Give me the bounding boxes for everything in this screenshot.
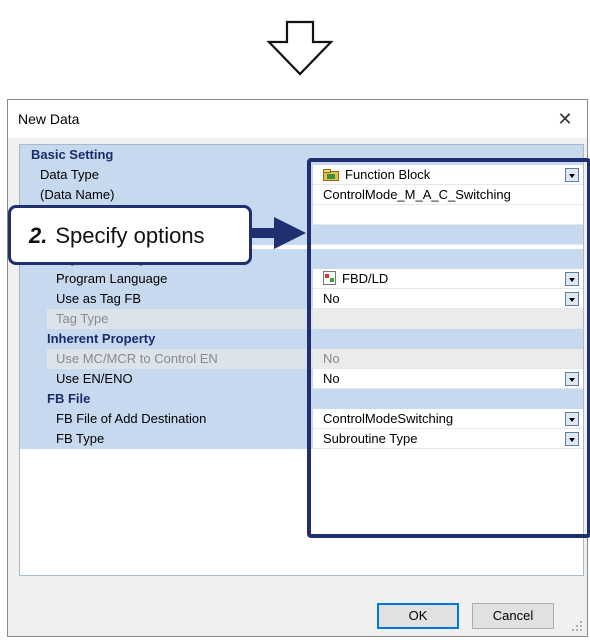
dialog-title: New Data xyxy=(18,111,80,127)
use-as-tag-fb-value: No xyxy=(323,291,340,306)
program-language-select[interactable]: FBD/LD xyxy=(313,269,583,289)
dropdown-arrow-icon[interactable] xyxy=(565,432,579,446)
program-language-label: Program Language xyxy=(47,269,313,289)
section-label: Inherent Property xyxy=(47,331,156,346)
row-program-language[interactable]: Program Language FBD/LD xyxy=(20,269,583,289)
step-callout: 2. Specify options xyxy=(8,205,252,265)
section-basic-setting: Basic Setting xyxy=(20,145,583,165)
title-bar: New Data ✕ xyxy=(8,100,587,138)
dropdown-arrow-icon[interactable] xyxy=(565,412,579,426)
data-type-label: Data Type xyxy=(31,165,313,185)
use-en-eno-label: Use EN/ENO xyxy=(47,369,313,389)
use-en-eno-value: No xyxy=(323,371,340,386)
row-data-type[interactable]: Data Type Function Block xyxy=(20,165,583,185)
dropdown-arrow-icon[interactable] xyxy=(565,292,579,306)
row-fb-type[interactable]: FB Type Subroutine Type xyxy=(20,429,583,449)
fbd-ld-icon xyxy=(323,271,336,285)
row-use-as-tag-fb[interactable]: Use as Tag FB No xyxy=(20,289,583,309)
use-mc-mcr-field: No xyxy=(313,349,583,369)
fb-type-value: Subroutine Type xyxy=(323,431,418,446)
dropdown-arrow-icon[interactable] xyxy=(565,168,579,182)
fb-file-dest-select[interactable]: ControlModeSwitching xyxy=(313,409,583,429)
fb-type-select[interactable]: Subroutine Type xyxy=(313,429,583,449)
down-arrow-icon xyxy=(266,20,334,76)
data-type-value: Function Block xyxy=(345,167,431,182)
step-number: 2. xyxy=(29,223,48,248)
data-name-label: (Data Name) xyxy=(31,185,313,205)
close-button[interactable]: ✕ xyxy=(551,105,579,133)
section-inherent-property: Inherent Property xyxy=(20,329,583,349)
row-tag-type: Tag Type xyxy=(20,309,583,329)
row-fb-file-destination[interactable]: FB File of Add Destination ControlModeSw… xyxy=(20,409,583,429)
section-label: FB File xyxy=(47,391,91,406)
section-label: Basic Setting xyxy=(31,147,114,162)
use-as-tag-fb-select[interactable]: No xyxy=(313,289,583,309)
row-use-mc-mcr: Use MC/MCR to Control EN No xyxy=(20,349,583,369)
right-arrow-icon xyxy=(252,217,306,249)
use-en-eno-select[interactable]: No xyxy=(313,369,583,389)
row-data-name[interactable]: (Data Name) ControlMode_M_A_C_Switching xyxy=(20,185,583,205)
dropdown-arrow-icon[interactable] xyxy=(565,272,579,286)
use-mc-mcr-label: Use MC/MCR to Control EN xyxy=(47,349,313,369)
fb-file-dest-value: ControlModeSwitching xyxy=(323,411,454,426)
dropdown-arrow-icon[interactable] xyxy=(565,372,579,386)
program-language-value: FBD/LD xyxy=(342,271,389,286)
new-data-dialog: New Data ✕ Basic Setting Data Type Funct… xyxy=(7,99,588,637)
fb-file-dest-label: FB File of Add Destination xyxy=(47,409,313,429)
resize-grip-icon[interactable] xyxy=(571,620,583,632)
use-as-tag-fb-label: Use as Tag FB xyxy=(47,289,313,309)
tag-type-label: Tag Type xyxy=(47,309,313,329)
data-name-value: ControlMode_M_A_C_Switching xyxy=(323,187,511,202)
fb-type-label: FB Type xyxy=(47,429,313,449)
cancel-button[interactable]: Cancel xyxy=(472,603,554,629)
function-block-icon xyxy=(323,169,339,181)
row-use-en-eno[interactable]: Use EN/ENO No xyxy=(20,369,583,389)
use-mc-mcr-value: No xyxy=(323,351,340,366)
section-fb-file: FB File xyxy=(20,389,583,409)
data-name-field[interactable]: ControlMode_M_A_C_Switching xyxy=(313,185,583,205)
step-text: Specify options xyxy=(55,223,205,248)
data-type-select[interactable]: Function Block xyxy=(313,165,583,185)
ok-button[interactable]: OK xyxy=(377,603,459,629)
tag-type-field xyxy=(313,309,583,329)
